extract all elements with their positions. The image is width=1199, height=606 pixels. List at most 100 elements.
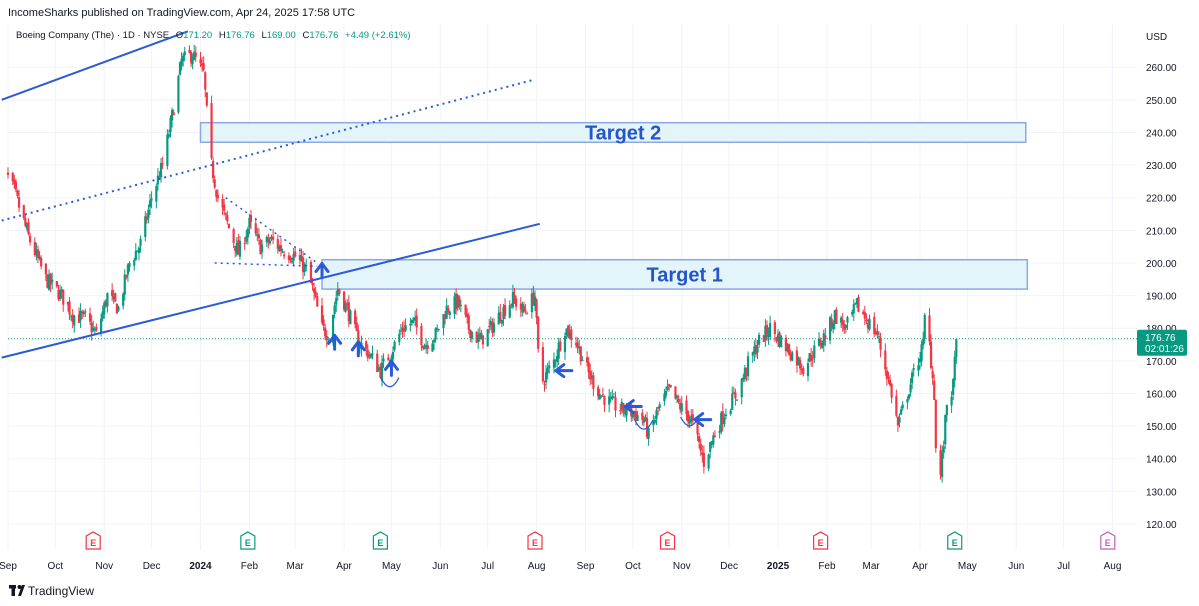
earnings-marker[interactable]: E — [659, 531, 676, 550]
candle — [210, 95, 213, 161]
candle-body — [587, 362, 590, 373]
candle-body — [434, 328, 437, 340]
x-tick-label: Mar — [287, 561, 305, 572]
candle-body — [713, 435, 717, 437]
candle-body — [156, 175, 160, 185]
candle-body — [445, 305, 448, 319]
candle-body — [664, 391, 668, 396]
candle-body — [393, 341, 396, 350]
candle-body — [133, 259, 136, 266]
candle-body — [942, 446, 945, 453]
earnings-marker[interactable]: E — [947, 531, 963, 550]
candle-body — [16, 190, 19, 196]
candle — [835, 307, 838, 325]
candle-body — [653, 419, 657, 423]
price-chart[interactable]: Target 2 Target 1 120.00 130.00 140.00 150.0… — [0, 0, 1199, 606]
candle-body — [734, 392, 737, 399]
earnings-marker[interactable]: E — [240, 531, 256, 550]
earnings-marker[interactable]: E — [85, 531, 101, 550]
candle-body — [950, 396, 953, 406]
candle-body — [279, 245, 283, 252]
candle — [537, 315, 540, 353]
earnings-marker[interactable]: E — [527, 531, 543, 550]
candle-body — [955, 338, 958, 357]
candle-body — [724, 414, 728, 417]
candle-body — [811, 358, 814, 360]
candle-body — [24, 217, 27, 226]
bar-countdown: 02:01:26 — [1145, 344, 1184, 355]
candle — [227, 223, 231, 229]
earnings-marker-label: E — [245, 538, 251, 548]
candle-body — [322, 319, 325, 326]
candle-body — [111, 290, 114, 296]
earnings-marker[interactable]: E — [1100, 531, 1116, 550]
candle-body — [546, 368, 549, 374]
x-tick-label: Nov — [673, 561, 691, 572]
candle-body — [884, 350, 887, 370]
candle-body — [934, 399, 937, 449]
candle-body — [382, 358, 385, 362]
candle-body — [944, 414, 947, 445]
candle-body — [765, 325, 769, 335]
candle-body — [398, 334, 401, 343]
candle-body — [90, 322, 93, 333]
earnings-marker-label: E — [532, 538, 538, 548]
x-tick-label: Mar — [862, 561, 880, 572]
x-tick-label: Sep — [577, 561, 595, 572]
candle-body — [139, 238, 142, 246]
x-tick-label: Dec — [720, 561, 738, 572]
candle-body — [791, 352, 794, 361]
candle-body — [481, 335, 485, 345]
legend-h-value: 176.76 — [226, 30, 255, 41]
candle-body — [122, 293, 125, 306]
candle-body — [887, 376, 890, 379]
y-tick-label: 170.00 — [1146, 357, 1177, 368]
x-tick-label: Dec — [143, 561, 161, 572]
candle-body — [420, 325, 423, 346]
candle-body — [223, 204, 226, 211]
candle-body — [486, 329, 489, 347]
candle-body — [603, 395, 606, 405]
candle-body — [907, 394, 911, 399]
candle-body — [636, 415, 639, 421]
candle-body — [314, 291, 317, 297]
candle-body — [366, 349, 369, 359]
candle-body — [51, 279, 54, 283]
candle — [349, 309, 352, 325]
candle-body — [182, 55, 185, 62]
last-price-value: 176.76 — [1145, 333, 1176, 344]
y-tick-label: 150.00 — [1146, 422, 1177, 433]
earnings-marker-label: E — [90, 538, 96, 548]
candle-body — [953, 357, 956, 381]
earnings-marker[interactable]: E — [813, 531, 829, 550]
candle-body — [647, 428, 650, 439]
earnings-marker-label: E — [1105, 538, 1111, 548]
candle-body — [931, 370, 934, 379]
earnings-marker[interactable]: E — [372, 531, 388, 550]
candle-body — [114, 292, 117, 302]
candle-body — [898, 417, 901, 423]
target-zone-label: Target 2 — [585, 122, 661, 144]
legend-symbol[interactable]: Boeing Company (The) · 1D · NYSE O171.20… — [16, 30, 411, 41]
candle-body — [579, 346, 582, 362]
x-tick-label: Apr — [912, 561, 928, 572]
candle-body — [365, 341, 368, 349]
candle-body — [28, 235, 32, 243]
candle-body — [537, 316, 540, 349]
candle-body — [134, 250, 137, 261]
candle-body — [952, 379, 955, 395]
candle-body — [202, 63, 205, 71]
legend-symbol-name: Boeing Company (The) · 1D · NYSE — [16, 30, 169, 41]
candle-body — [95, 327, 98, 331]
candle — [791, 350, 794, 362]
candle-body — [929, 341, 933, 368]
earnings-marker-label: E — [377, 538, 383, 548]
candle-body — [409, 323, 412, 326]
y-tick-label: 200.00 — [1146, 259, 1177, 270]
candle — [177, 74, 180, 115]
candle-body — [923, 315, 926, 339]
x-tick-label: Nov — [95, 561, 113, 572]
candle-body — [911, 372, 914, 384]
candle-body — [909, 384, 912, 393]
candle-body — [432, 339, 436, 343]
